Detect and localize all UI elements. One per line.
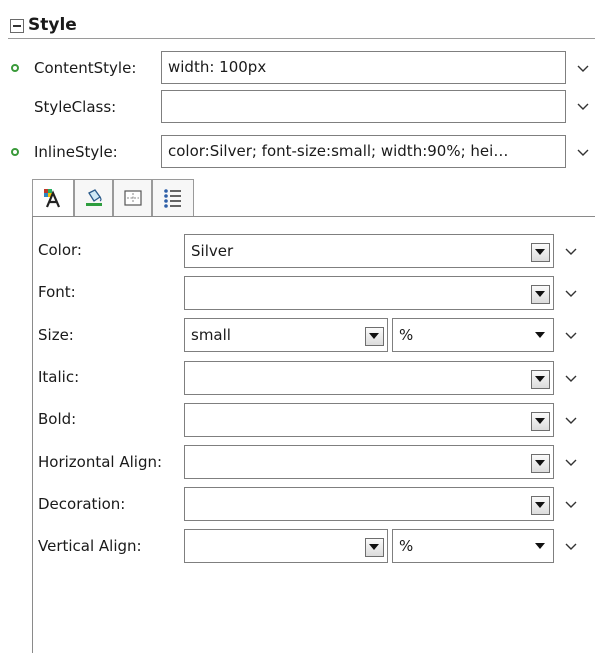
font-combobox[interactable] [184,276,554,310]
dropdown-arrow-icon[interactable] [531,412,550,431]
contentstyle-chevron-down-icon[interactable] [575,61,591,77]
decoration-label: Decoration: [38,495,126,513]
contentstyle-input[interactable]: width: 100px [161,51,566,84]
tab-text-style[interactable] [32,179,74,218]
italic-combobox[interactable] [184,361,554,395]
color-combobox[interactable]: Silver [184,234,554,268]
bold-label: Bold: [38,410,77,428]
value-set-indicator [11,148,19,156]
vertical-align-unit-value: % [399,537,414,555]
property-label-contentstyle: ContentStyle: [34,59,137,77]
value-set-indicator [11,64,19,72]
size-chevron-down-icon[interactable] [563,328,579,344]
dropdown-arrow-icon[interactable] [531,496,550,515]
tab-background[interactable] [74,179,113,217]
font-label: Font: [38,283,76,301]
dropdown-arrow-icon[interactable] [531,243,550,262]
vertical-align-combobox[interactable] [184,529,388,563]
vertical-align-chevron-down-icon[interactable] [563,539,579,555]
collapse-section-icon[interactable] [10,19,24,33]
font-chevron-down-icon[interactable] [563,286,579,302]
styleclass-input[interactable] [161,90,566,123]
horizontal-align-label: Horizontal Align: [38,453,163,471]
bold-combobox[interactable] [184,403,554,437]
text-style-icon [44,189,61,208]
size-unit-select[interactable]: % [392,318,554,352]
property-label-inlinestyle: InlineStyle: [34,143,118,161]
color-chevron-down-icon[interactable] [563,244,579,260]
inlinestyle-chevron-down-icon[interactable] [575,145,591,161]
italic-chevron-down-icon[interactable] [563,371,579,387]
dropdown-arrow-icon[interactable] [365,538,384,557]
tab-list-style[interactable] [152,179,194,217]
dropdown-arrow-icon[interactable] [531,454,550,473]
paint-bucket-icon [85,189,102,206]
property-label-styleclass: StyleClass: [34,98,117,116]
size-label: Size: [38,326,74,344]
bold-chevron-down-icon[interactable] [563,413,579,429]
decoration-chevron-down-icon[interactable] [563,497,579,513]
size-value: small [191,326,231,344]
dropdown-arrow-icon[interactable] [531,370,550,389]
section-divider [8,38,595,39]
vertical-align-label: Vertical Align: [38,537,142,555]
styleclass-chevron-down-icon[interactable] [575,99,591,115]
vertical-align-unit-select[interactable]: % [392,529,554,563]
dropdown-arrow-icon [535,332,545,338]
dropdown-arrow-icon[interactable] [365,327,384,346]
tab-box-layout[interactable] [113,179,152,217]
inlinestyle-input[interactable]: color:Silver; font-size:small; width:90%… [161,135,566,168]
box-layout-icon [123,190,142,206]
list-style-icon [164,189,181,208]
decoration-combobox[interactable] [184,487,554,521]
italic-label: Italic: [38,368,80,386]
size-unit-value: % [399,326,414,344]
horizontal-align-combobox[interactable] [184,445,554,479]
section-title: Style [28,15,77,35]
dropdown-arrow-icon[interactable] [531,285,550,304]
size-combobox[interactable]: small [184,318,388,352]
color-value: Silver [191,242,234,260]
dropdown-arrow-icon [535,543,545,549]
horizontal-align-chevron-down-icon[interactable] [563,455,579,471]
color-label: Color: [38,241,82,259]
